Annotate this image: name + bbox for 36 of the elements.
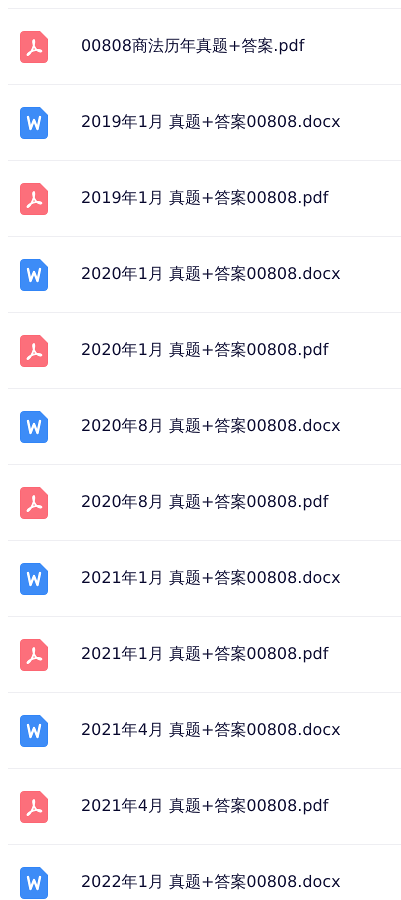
file-item[interactable]: 2020年1月 真题+答案00808.docx xyxy=(8,236,401,312)
word-file-icon xyxy=(20,866,48,898)
file-item[interactable]: 2020年8月 真题+答案00808.pdf xyxy=(8,464,401,540)
file-item[interactable]: 2019年1月 真题+答案00808.docx xyxy=(8,84,401,160)
file-name: 2020年8月 真题+答案00808.docx xyxy=(81,416,341,437)
file-item[interactable]: 00808商法历年真题+答案.pdf xyxy=(8,8,401,84)
word-file-icon xyxy=(20,258,48,290)
file-item[interactable]: 2019年1月 真题+答案00808.pdf xyxy=(8,160,401,236)
pdf-file-icon xyxy=(20,334,48,366)
file-name: 2019年1月 真题+答案00808.docx xyxy=(81,112,341,133)
pdf-file-icon xyxy=(20,182,48,214)
file-item[interactable]: 2021年4月 真题+答案00808.pdf xyxy=(8,768,401,844)
word-file-icon xyxy=(20,562,48,594)
file-name: 2020年1月 真题+答案00808.docx xyxy=(81,264,341,285)
pdf-file-icon xyxy=(20,30,48,62)
file-name: 2021年4月 真题+答案00808.docx xyxy=(81,720,341,741)
file-name: 2021年4月 真题+答案00808.pdf xyxy=(81,796,328,817)
file-item[interactable]: 2021年1月 真题+答案00808.pdf xyxy=(8,616,401,692)
file-item[interactable]: 2022年1月 真题+答案00808.docx xyxy=(8,844,401,900)
word-file-icon xyxy=(20,714,48,746)
file-item[interactable]: 2021年1月 真题+答案00808.docx xyxy=(8,540,401,616)
pdf-file-icon xyxy=(20,638,48,670)
file-name: 2021年1月 真题+答案00808.pdf xyxy=(81,644,328,665)
pdf-file-icon xyxy=(20,486,48,518)
word-file-icon xyxy=(20,106,48,138)
file-item[interactable]: 2020年1月 真题+答案00808.pdf xyxy=(8,312,401,388)
file-name: 2022年1月 真题+答案00808.docx xyxy=(81,872,341,893)
file-item[interactable]: 2020年8月 真题+答案00808.docx xyxy=(8,388,401,464)
file-name: 2020年1月 真题+答案00808.pdf xyxy=(81,340,328,361)
pdf-file-icon xyxy=(20,790,48,822)
file-name: 2019年1月 真题+答案00808.pdf xyxy=(81,188,328,209)
word-file-icon xyxy=(20,410,48,442)
file-item[interactable]: 2021年4月 真题+答案00808.docx xyxy=(8,692,401,768)
file-name: 00808商法历年真题+答案.pdf xyxy=(81,36,304,57)
file-name: 2021年1月 真题+答案00808.docx xyxy=(81,568,341,589)
file-name: 2020年8月 真题+答案00808.pdf xyxy=(81,492,328,513)
